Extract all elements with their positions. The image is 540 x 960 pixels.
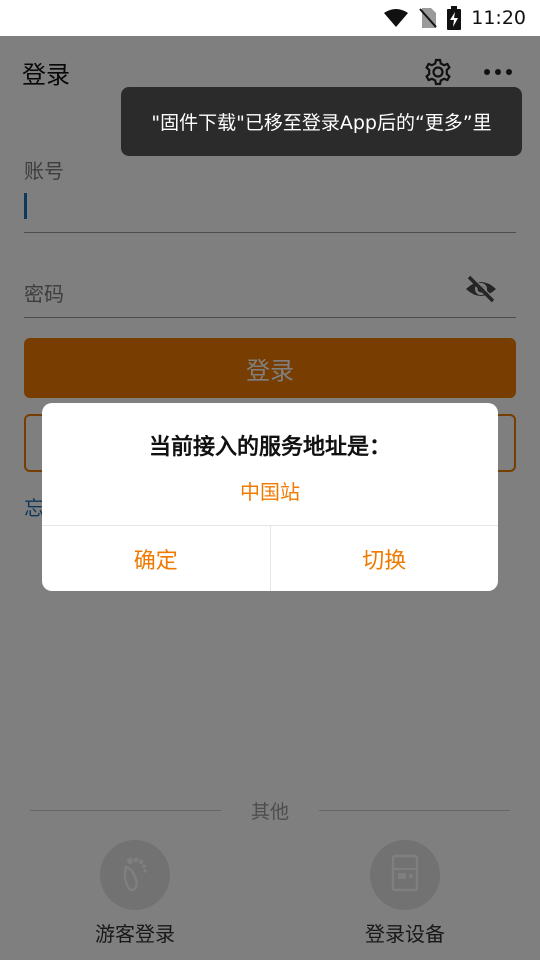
wifi-icon <box>383 8 409 28</box>
switch-button[interactable]: 切换 <box>269 526 499 591</box>
dialog-title: 当前接入的服务地址是： <box>148 435 391 460</box>
confirm-button[interactable]: 确定 <box>42 526 270 591</box>
toast-message: "固件下载"已移至登录App后的“更多”里 <box>121 87 522 156</box>
status-time: 11:20 <box>471 7 526 29</box>
server-name: 中国站 <box>240 480 300 504</box>
server-dialog: 当前接入的服务地址是： 中国站 确定 切换 <box>42 403 498 591</box>
status-bar: 11:20 <box>0 0 540 36</box>
dialog-actions: 确定 切换 <box>42 525 498 591</box>
no-sim-icon <box>419 7 437 29</box>
battery-charging-icon <box>447 6 462 30</box>
